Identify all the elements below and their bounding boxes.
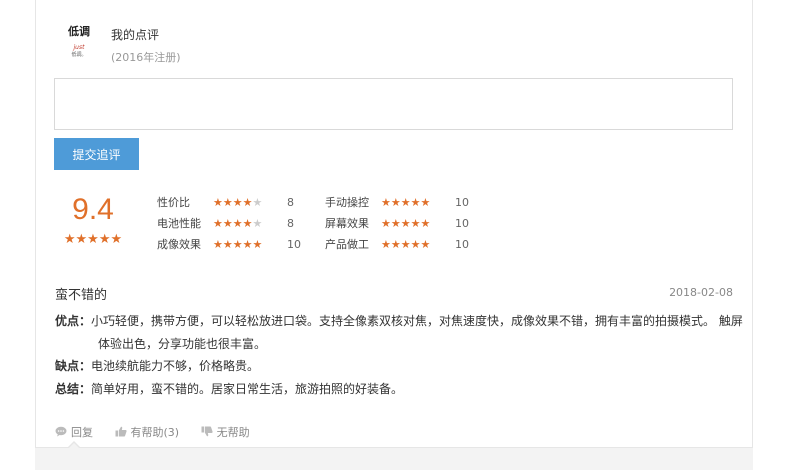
rating-value: 10: [287, 238, 301, 251]
rating-row-manual-control: 手动操控 ★★★★★ 10: [325, 194, 469, 210]
review-pros: 优点：小巧轻便，携带方便，可以轻松放进口袋。支持全像素双核对焦，对焦速度快，成像…: [55, 310, 745, 356]
overall-score: 9.4 ★★★★★: [55, 190, 131, 248]
thumbs-up-icon: [115, 426, 127, 437]
star-off-icon: ★: [252, 217, 263, 230]
review-cons: 缺点：电池续航能力不够，价格略贵。: [55, 355, 745, 378]
rating-value: 8: [287, 217, 294, 230]
reply-panel-caret-inner: [69, 443, 79, 448]
overall-score-value: 9.4: [72, 193, 114, 226]
rating-label: 成像效果: [157, 238, 201, 251]
avatar[interactable]: 低调 just 低调。: [61, 24, 97, 64]
cons-text: 电池续航能力不够，价格略贵。: [91, 359, 260, 373]
helpful-button[interactable]: 有帮助(3): [115, 424, 180, 440]
comment-icon: [55, 426, 67, 437]
avatar-sub-small: 低调。: [71, 52, 87, 58]
rating-label: 屏幕效果: [325, 217, 369, 230]
rating-value: 10: [455, 196, 469, 209]
pros-text: 小巧轻便，携带方便，可以轻松放进口袋。支持全像素双核对焦，对焦速度快，成像效果不…: [91, 314, 743, 351]
review-summary: 总结：简单好用，蛮不错的。居家日常生活，旅游拍照的好装备。: [55, 378, 745, 401]
review-date: 2018-02-08: [669, 286, 733, 299]
star-off-icon: ★: [252, 196, 263, 209]
rating-stars: ★★★★★: [381, 238, 451, 251]
rating-stars: ★★★★★: [213, 196, 283, 209]
summary-key: 总结：: [55, 382, 92, 396]
rating-label: 电池性能: [157, 217, 201, 230]
rating-value: 8: [287, 196, 294, 209]
pros-key: 优点：: [55, 314, 92, 328]
unhelpful-button[interactable]: 无帮助: [201, 424, 250, 440]
star-on-icon: ★★★★★: [381, 238, 431, 251]
helpful-label: 有帮助(3): [130, 426, 180, 439]
review-headline: 蛮不错的: [55, 288, 108, 303]
rating-row-image-quality: 成像效果 ★★★★★ 10: [157, 236, 301, 252]
summary-text: 简单好用，蛮不错的。居家日常生活，旅游拍照的好装备。: [91, 382, 404, 396]
star-on-icon: ★★★★★: [213, 238, 263, 251]
reply-label: 回复: [71, 426, 93, 439]
registration-year: (2016年注册): [111, 51, 181, 64]
unhelpful-label: 无帮助: [216, 426, 250, 439]
rating-row-battery: 电池性能 ★★★★★ 8: [157, 215, 294, 231]
rating-stars: ★★★★★: [381, 196, 451, 209]
star-on-icon: ★★★★: [213, 217, 253, 230]
rating-label: 产品做工: [325, 238, 369, 251]
rating-stars: ★★★★★: [213, 217, 283, 230]
rating-label: 手动操控: [325, 196, 369, 209]
thumbs-down-icon: [201, 426, 213, 437]
rating-stars: ★★★★★: [213, 238, 283, 251]
avatar-sub-red: just: [73, 44, 85, 51]
rating-value: 10: [455, 217, 469, 230]
reply-panel: [35, 447, 753, 470]
page-title: 我的点评: [111, 28, 160, 42]
rating-label: 性价比: [157, 196, 190, 209]
rating-value: 10: [455, 238, 469, 251]
reply-button[interactable]: 回复: [55, 424, 93, 440]
avatar-text: 低调: [68, 25, 90, 38]
overall-score-stars: ★★★★★: [63, 232, 123, 247]
star-on-icon: ★★★★★: [381, 196, 431, 209]
rating-row-screen: 屏幕效果 ★★★★★ 10: [325, 215, 469, 231]
star-on-icon: ★★★★★: [381, 217, 431, 230]
submit-follow-up-button[interactable]: 提交追评: [54, 138, 139, 170]
cons-key: 缺点：: [55, 359, 92, 373]
review-actions: 回复 有帮助(3) 无帮助: [55, 424, 268, 440]
follow-up-review-input[interactable]: [54, 78, 733, 130]
rating-row-build-quality: 产品做工 ★★★★★ 10: [325, 236, 469, 252]
rating-stars: ★★★★★: [381, 217, 451, 230]
star-on-icon: ★★★★: [213, 196, 253, 209]
rating-row-value-for-money: 性价比 ★★★★★ 8: [157, 194, 294, 210]
